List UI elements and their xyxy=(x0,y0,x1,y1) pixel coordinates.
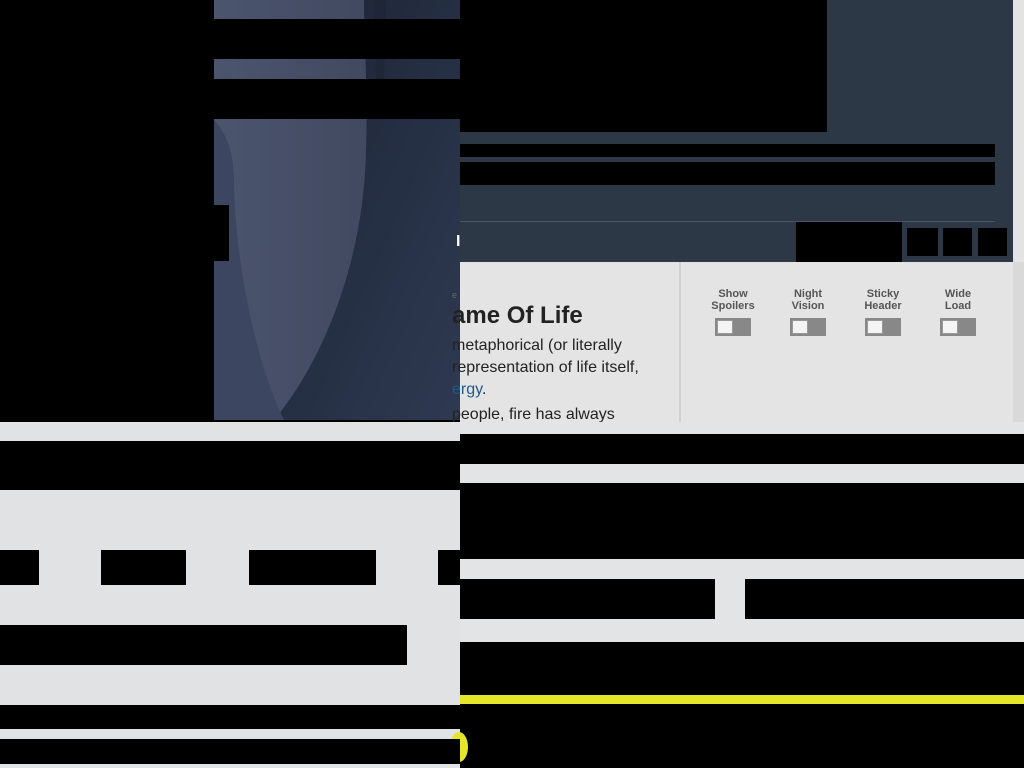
switch-knob xyxy=(942,320,958,334)
switch-knob xyxy=(717,320,733,334)
show-spoilers-switch[interactable] xyxy=(715,318,751,336)
redacted-tab[interactable] xyxy=(249,550,376,585)
header-icon-button[interactable] xyxy=(943,228,972,256)
scrollbar[interactable] xyxy=(1013,0,1024,262)
article-text-line: ergy. xyxy=(452,381,487,398)
hero-image xyxy=(214,0,460,420)
article-text-line: metaphorical (or literally xyxy=(452,337,622,354)
toggle-sticky-header: Sticky Header xyxy=(848,288,918,336)
toggle-show-spoilers: Show Spoilers xyxy=(698,288,768,336)
switch-knob xyxy=(867,320,883,334)
redacted-band xyxy=(460,434,1024,464)
redacted-band xyxy=(460,483,1024,559)
header-divider xyxy=(460,221,995,222)
night-vision-switch[interactable] xyxy=(790,318,826,336)
article-text-line: representation of life itself, xyxy=(452,359,639,376)
menu-glyph[interactable]: I xyxy=(456,233,460,251)
redacted-band xyxy=(0,625,407,665)
header-icon-button[interactable] xyxy=(978,228,1007,256)
redacted-tab[interactable] xyxy=(0,550,39,585)
article-link[interactable]: ergy xyxy=(452,381,482,398)
left-column xyxy=(0,0,214,420)
scrollbar[interactable] xyxy=(1013,262,1024,422)
footer xyxy=(460,704,1024,768)
accent-bar xyxy=(460,695,1024,704)
header-icon-button[interactable] xyxy=(907,228,938,256)
redacted-band xyxy=(214,79,460,119)
article-title: ame Of Life xyxy=(452,302,583,329)
redacted-block xyxy=(200,205,229,261)
redacted-tab[interactable] xyxy=(438,550,460,585)
article-kicker: e xyxy=(452,290,458,300)
redacted-band xyxy=(214,19,460,59)
redacted-tab[interactable] xyxy=(101,550,186,585)
redacted-band xyxy=(0,441,460,490)
switch-knob xyxy=(792,320,808,334)
sticky-header-switch[interactable] xyxy=(865,318,901,336)
redacted-button[interactable] xyxy=(460,579,715,619)
redacted-button[interactable] xyxy=(745,579,1024,619)
header-button[interactable] xyxy=(796,222,902,262)
settings-panel xyxy=(681,262,1013,422)
wide-load-switch[interactable] xyxy=(940,318,976,336)
toggle-night-vision: Night Vision xyxy=(773,288,843,336)
toggle-wide-load: Wide Load xyxy=(923,288,993,336)
redacted-band xyxy=(0,739,460,764)
redacted-band xyxy=(460,642,1024,695)
header-strip xyxy=(460,162,995,185)
header-strip xyxy=(460,144,995,157)
redacted-band xyxy=(0,705,460,729)
header-banner xyxy=(460,0,827,132)
